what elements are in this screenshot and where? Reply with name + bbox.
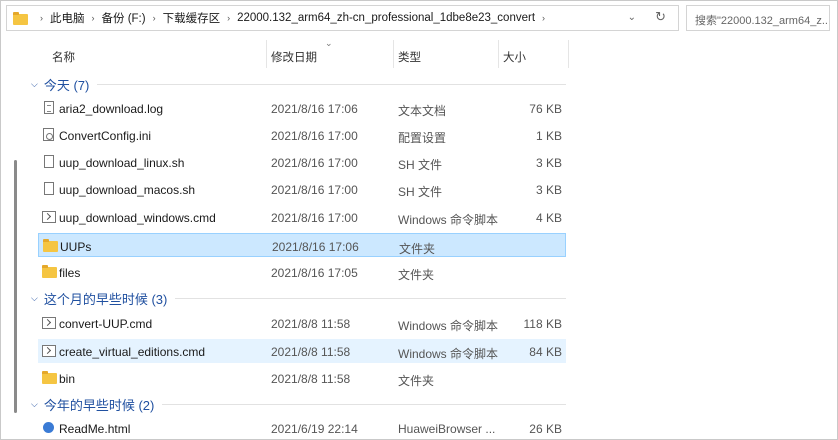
chevron-right-icon[interactable]: › xyxy=(40,13,43,23)
column-size-label: 大小 xyxy=(503,52,526,64)
breadcrumb: › 此电脑 › 备份 (F:) › 下载缓存区 › 22000.132_arm6… xyxy=(33,10,552,26)
settings-file-icon xyxy=(42,128,56,142)
column-header-date[interactable]: 修改日期 xyxy=(267,38,393,68)
file-date: 2021/8/16 17:05 xyxy=(271,266,358,280)
file-row[interactable]: bin 2021/8/8 11:58 文件夹 xyxy=(38,366,566,390)
file-date: 2021/8/16 17:00 xyxy=(271,129,358,143)
command-script-icon xyxy=(42,210,56,224)
file-size: 118 KB xyxy=(523,317,562,331)
file-date: 2021/8/16 17:00 xyxy=(271,211,358,225)
chevron-down-icon[interactable]: ⌄ xyxy=(628,12,636,23)
file-date: 2021/8/16 17:06 xyxy=(271,102,358,116)
chevron-right-icon[interactable]: › xyxy=(92,13,95,23)
chevron-down-icon: ⌵ xyxy=(31,292,38,303)
file-type: Windows 命令脚本 xyxy=(398,213,499,227)
refresh-icon[interactable]: ↻ xyxy=(655,9,666,25)
search-input[interactable]: 搜索"22000.132_arm64_z... xyxy=(686,5,830,31)
crumb-download-cache[interactable]: 下载缓存区 xyxy=(163,10,221,26)
file-row[interactable]: ConvertConfig.ini 2021/8/16 17:00 配置设置 1… xyxy=(38,123,566,147)
file-type: 配置设置 xyxy=(398,131,447,145)
group-header-today[interactable]: ⌵ 今天 (7) xyxy=(31,74,566,94)
file-size: 1 KB xyxy=(535,129,562,143)
file-size: 26 KB xyxy=(529,422,562,436)
file-name: uup_download_windows.cmd xyxy=(59,211,216,225)
browser-html-icon xyxy=(42,421,56,435)
file-row[interactable]: uup_download_windows.cmd 2021/8/16 17:00… xyxy=(38,205,566,229)
file-name: convert-UUP.cmd xyxy=(59,317,153,331)
search-placeholder: 搜索"22000.132_arm64_z... xyxy=(695,15,827,27)
file-icon xyxy=(42,155,56,169)
file-type: Windows 命令脚本 xyxy=(398,319,499,333)
file-type: 文件夹 xyxy=(399,242,436,256)
file-name: uup_download_linux.sh xyxy=(59,156,185,170)
file-name: ConvertConfig.ini xyxy=(59,129,152,143)
column-date-label: 修改日期 xyxy=(271,52,317,64)
file-size: 3 KB xyxy=(535,156,562,170)
file-row-hovered[interactable]: create_virtual_editions.cmd 2021/8/8 11:… xyxy=(38,339,566,363)
column-header-name[interactable]: 名称 xyxy=(38,38,268,68)
file-name: UUPs xyxy=(60,240,92,254)
file-row[interactable]: convert-UUP.cmd 2021/8/8 11:58 Windows 命… xyxy=(38,311,566,335)
file-type: SH 文件 xyxy=(398,185,443,199)
crumb-current-folder[interactable]: 22000.132_arm64_zh-cn_professional_1dbe8… xyxy=(237,12,535,24)
file-date: 2021/8/8 11:58 xyxy=(271,345,351,359)
group-header-earlier-this-month[interactable]: ⌵ 这个月的早些时候 (3) xyxy=(31,288,566,308)
chevron-right-icon[interactable]: › xyxy=(153,13,156,23)
file-row[interactable]: files 2021/8/16 17:05 文件夹 xyxy=(38,260,566,284)
file-name: create_virtual_editions.cmd xyxy=(59,345,206,359)
crumb-backup-drive[interactable]: 备份 (F:) xyxy=(102,10,146,26)
folder-icon xyxy=(43,239,58,253)
file-type: Windows 命令脚本 xyxy=(398,347,499,361)
file-size: 3 KB xyxy=(535,183,562,197)
text-file-icon xyxy=(42,101,56,115)
folder-icon xyxy=(42,265,57,279)
chevron-right-icon[interactable]: › xyxy=(542,13,545,23)
column-header-size[interactable]: 大小 xyxy=(499,38,569,68)
file-row[interactable]: ReadMe.html 2021/6/19 22:14 HuaweiBrowse… xyxy=(38,416,566,440)
file-name: uup_download_macos.sh xyxy=(59,183,196,197)
column-type-label: 类型 xyxy=(398,52,421,64)
command-script-icon xyxy=(42,344,56,358)
file-type: SH 文件 xyxy=(398,158,443,172)
file-date: 2021/8/16 17:00 xyxy=(271,183,358,197)
column-name-label: 名称 xyxy=(52,52,75,64)
file-row[interactable]: uup_download_macos.sh 2021/8/16 17:00 SH… xyxy=(38,177,566,201)
file-row-selected[interactable]: UUPs 2021/8/16 17:06 文件夹 xyxy=(38,233,566,257)
file-name: aria2_download.log xyxy=(59,102,164,116)
column-header-type[interactable]: 类型 xyxy=(394,38,498,68)
file-name: files xyxy=(59,266,81,280)
file-date: 2021/8/16 17:00 xyxy=(271,156,358,170)
file-row[interactable]: aria2_download.log 2021/8/16 17:06 文本文档 … xyxy=(38,96,566,120)
chevron-down-icon: ⌵ xyxy=(31,398,38,409)
file-type: 文本文档 xyxy=(398,104,447,118)
address-bar[interactable]: › 此电脑 › 备份 (F:) › 下载缓存区 › 22000.132_arm6… xyxy=(6,5,679,31)
chevron-down-icon: ⌵ xyxy=(31,78,38,89)
column-divider[interactable] xyxy=(568,40,569,68)
folder-icon xyxy=(13,12,29,25)
file-icon xyxy=(42,182,56,196)
file-type: 文件夹 xyxy=(398,374,435,388)
file-name: bin xyxy=(59,372,76,386)
file-date: 2021/8/8 11:58 xyxy=(271,372,351,386)
file-row[interactable]: uup_download_linux.sh 2021/8/16 17:00 SH… xyxy=(38,150,566,174)
file-size: 4 KB xyxy=(535,211,562,225)
file-size: 76 KB xyxy=(529,102,562,116)
file-date: 2021/8/16 17:06 xyxy=(272,240,359,254)
file-size: 84 KB xyxy=(529,345,562,359)
file-date: 2021/8/8 11:58 xyxy=(271,317,351,331)
file-date: 2021/6/19 22:14 xyxy=(271,422,358,436)
file-type: HuaweiBrowser ... xyxy=(398,422,496,436)
file-type: 文件夹 xyxy=(398,268,435,282)
chevron-right-icon[interactable]: › xyxy=(227,13,230,23)
crumb-this-pc[interactable]: 此电脑 xyxy=(50,10,85,26)
file-name: ReadMe.html xyxy=(59,422,131,436)
folder-icon xyxy=(42,371,57,385)
group-header-earlier-this-year[interactable]: ⌵ 今年的早些时候 (2) xyxy=(31,394,566,414)
command-script-icon xyxy=(42,316,56,330)
vertical-scrollbar[interactable] xyxy=(14,160,17,413)
